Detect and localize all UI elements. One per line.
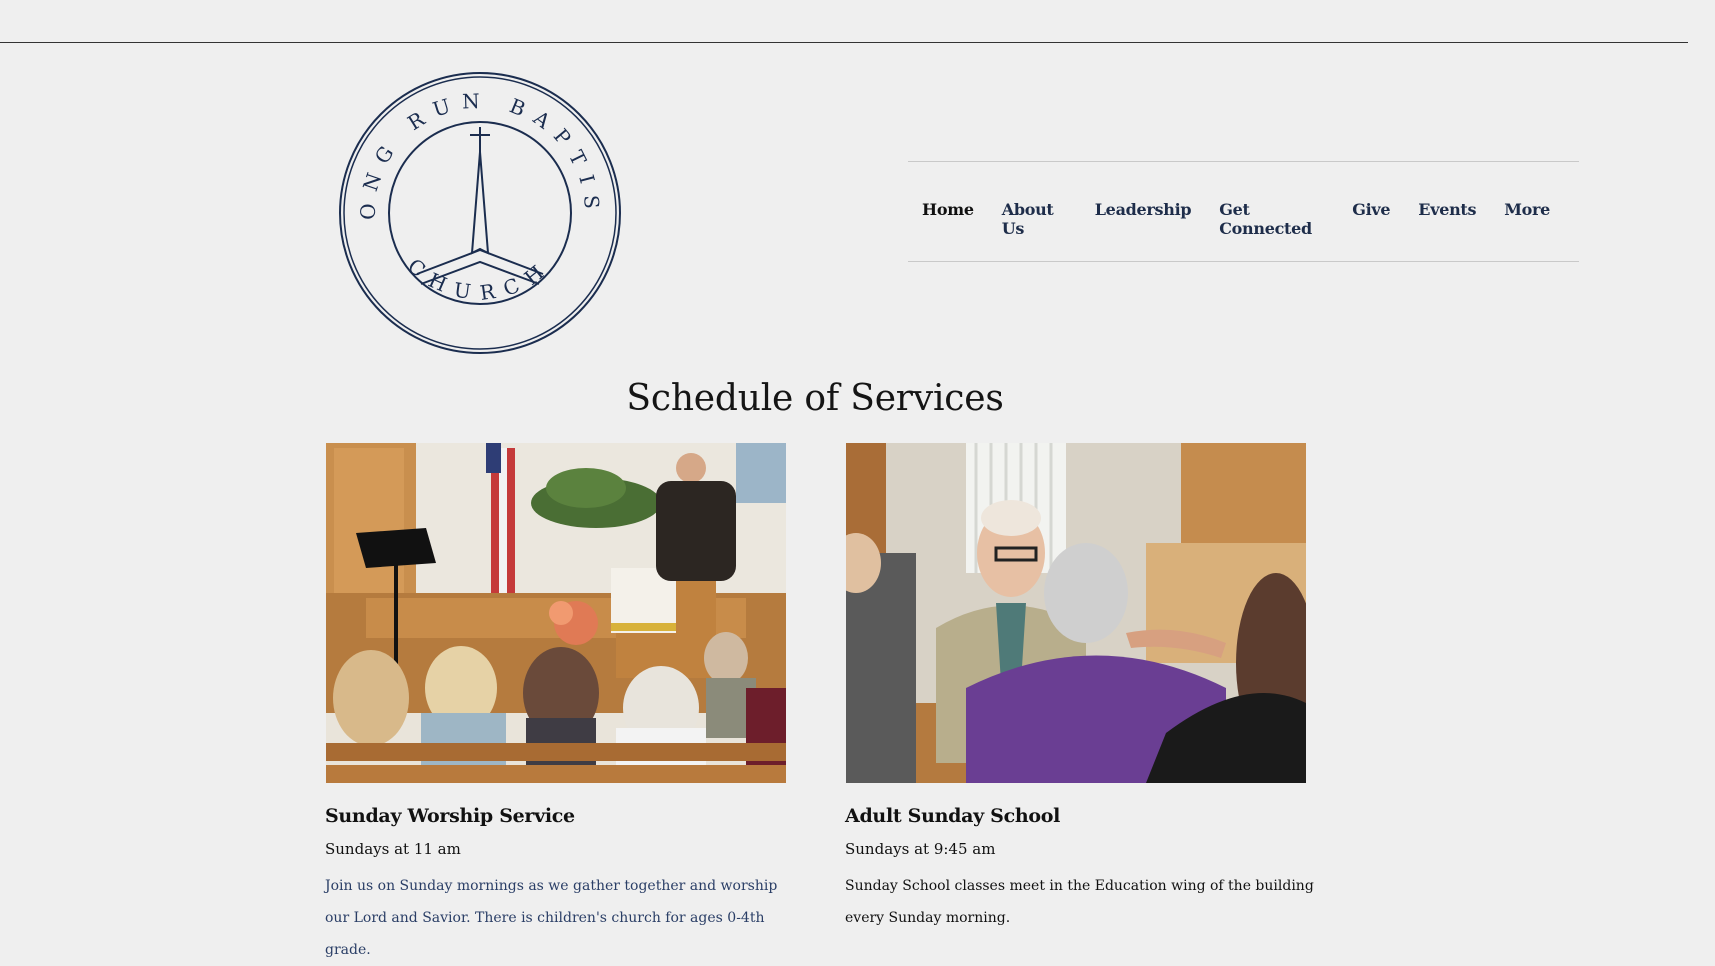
worship-service-photo bbox=[326, 443, 786, 783]
page-title: Schedule of Services bbox=[626, 378, 1004, 419]
nav-item-leadership[interactable]: Leadership bbox=[1081, 200, 1206, 238]
nav-item-about-us[interactable]: About Us bbox=[988, 200, 1081, 238]
svg-text:LONG RUN BAPTIST: LONG RUN BAPTIST bbox=[337, 70, 604, 220]
service-description-worship: Join us on Sunday mornings as we gather … bbox=[325, 878, 778, 958]
service-time-sunday-school: Sundays at 9:45 am bbox=[845, 840, 996, 858]
nav-item-events[interactable]: Events bbox=[1404, 200, 1490, 238]
nav-item-get-connected[interactable]: Get Connected bbox=[1205, 200, 1338, 238]
header-divider bbox=[0, 42, 1688, 43]
church-logo[interactable]: LONG RUN BAPTIST CHURCH bbox=[337, 70, 623, 356]
service-title-worship: Sunday Worship Service bbox=[325, 805, 575, 827]
nav-item-give[interactable]: Give bbox=[1338, 200, 1404, 238]
service-description-sunday-school: Sunday School classes meet in the Educat… bbox=[845, 878, 1314, 926]
main-navigation: Home About Us Leadership Get Connected G… bbox=[908, 161, 1579, 262]
sunday-school-photo bbox=[846, 443, 1306, 783]
nav-item-more[interactable]: More bbox=[1490, 200, 1564, 238]
service-title-sunday-school: Adult Sunday School bbox=[845, 805, 1061, 827]
service-time-worship: Sundays at 11 am bbox=[325, 840, 461, 858]
nav-item-home[interactable]: Home bbox=[908, 200, 988, 238]
logo-text-top: LONG RUN BAPTIST bbox=[337, 70, 593, 220]
steeple-icon bbox=[416, 127, 544, 285]
nav-menu: Home About Us Leadership Get Connected G… bbox=[908, 200, 1564, 238]
